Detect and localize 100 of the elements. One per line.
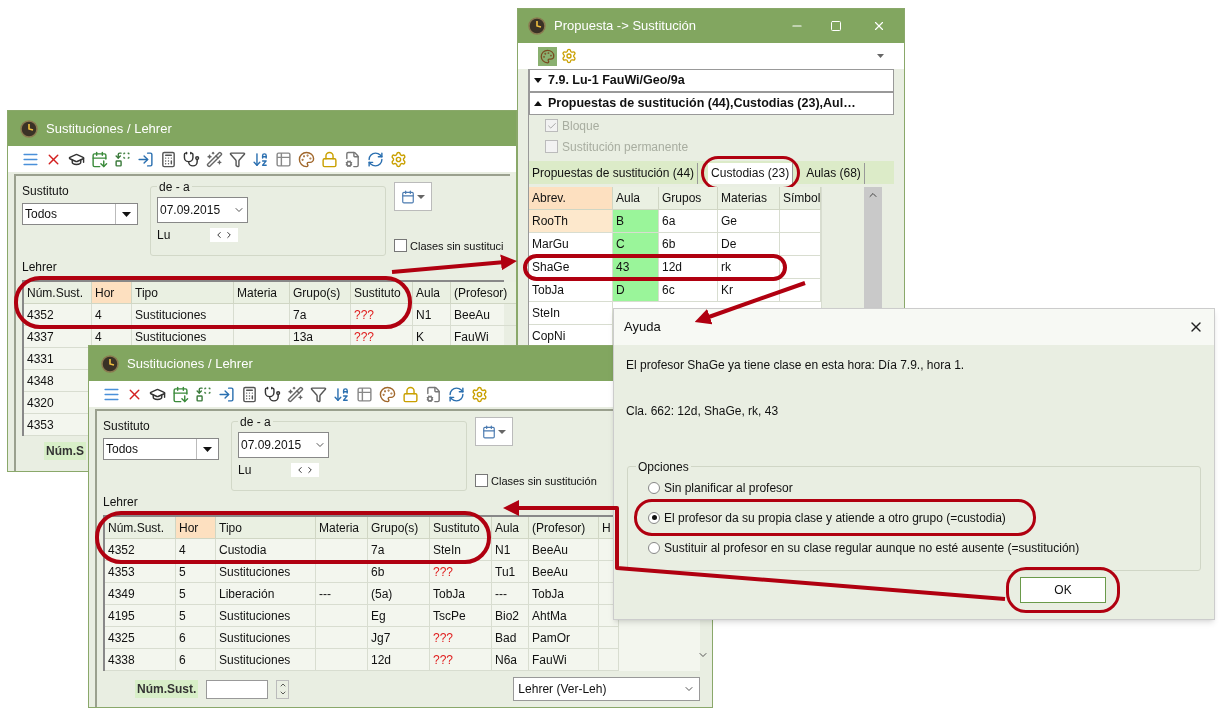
table-cell: TscPe [430,605,492,627]
column-header[interactable]: Sustituto [351,282,413,304]
calculator-icon[interactable] [160,150,177,168]
radio-button[interactable] [648,541,660,554]
table-caption: Lehrer [22,260,57,274]
checkbox[interactable] [394,239,407,253]
lock-icon[interactable] [402,385,419,403]
section-header[interactable]: Propuestas de sustitución (44),Custodias (23),Aul… [529,92,894,115]
chevron-down-icon [278,689,287,697]
palette-icon[interactable] [298,150,315,168]
substitute-dropdown[interactable]: Todos [103,438,219,460]
column-header[interactable]: Aula [413,282,451,304]
table-cell: Custodia [216,539,316,561]
radio-label: El profesor da su propia clase y atiende a otro grupo (=custodia) [664,509,1006,527]
wand-icon[interactable] [206,150,223,168]
column-header[interactable]: Tipo [216,517,316,539]
table-cell: --- [492,583,529,605]
calendar-icon [401,189,415,204]
palette-icon[interactable] [379,385,396,403]
column-header[interactable]: Grupos [659,187,718,210]
refresh-icon[interactable] [448,385,465,403]
radio-button[interactable] [648,481,660,494]
calculator-icon[interactable] [241,385,258,403]
column-header[interactable]: Materia [316,517,368,539]
table-cell: 4 [176,539,216,561]
day-stepper[interactable] [291,463,320,477]
column-header[interactable]: Hor [176,517,216,539]
settings-icon[interactable] [471,385,488,403]
table-cell: 12d [368,649,430,671]
column-header[interactable]: Sustituto [430,517,492,539]
ok-button[interactable]: OK [1020,577,1106,603]
day-stepper[interactable] [210,228,239,242]
table-cell: N1 [492,539,529,561]
sort-icon[interactable] [252,150,269,168]
calendar-button[interactable] [394,182,432,211]
column-header[interactable]: Materia [234,282,290,304]
caret-icon[interactable] [877,54,884,58]
tab[interactable]: Custodias (23) [708,163,794,184]
swap-icon[interactable] [114,150,131,168]
radio-button[interactable] [648,511,660,524]
column-header[interactable]: Abrev. [529,187,613,210]
table-cell: 6c [659,279,718,302]
view-dropdown[interactable]: Lehrer (Ver-Leh) [513,677,700,701]
palette-button[interactable] [538,46,557,66]
table-cell: (5a) [368,583,430,605]
column-header[interactable]: Hor [92,282,132,304]
calendar-button[interactable] [475,417,513,446]
table-cell: Sustituciones [216,605,316,627]
document-gear-icon[interactable] [344,150,361,168]
wand-icon[interactable] [287,385,304,403]
substitute-dropdown[interactable]: Todos [22,203,138,225]
table-cell: ??? [430,561,492,583]
tab[interactable]: Propuestas de sustitución (44) [529,163,699,184]
column-header[interactable]: Símbol [780,187,821,210]
column-header[interactable]: Aula [613,187,659,210]
field-label: Sustituto [22,183,70,200]
window-title: Sustituciones / Lehrer [127,354,253,373]
settings-icon[interactable] [561,48,577,64]
enter-icon[interactable] [137,150,154,168]
column-header[interactable]: Tipo [132,282,234,304]
column-header[interactable]: Aula [492,517,529,539]
stethoscope-icon[interactable] [264,385,281,403]
filter-icon[interactable] [229,150,246,168]
number-field[interactable] [206,679,269,699]
document-gear-icon[interactable] [425,385,442,403]
sort-icon[interactable] [333,385,350,403]
filter-icon[interactable] [310,385,327,403]
column-header[interactable]: (Profesor) [529,517,599,539]
window-title: Sustituciones / Lehrer [46,119,172,138]
checkbox[interactable] [475,474,488,488]
table-icon[interactable] [356,385,373,403]
table-icon[interactable] [275,150,292,168]
refresh-icon[interactable] [367,150,384,168]
column-header[interactable]: (Profesor) [451,282,516,304]
settings-icon[interactable] [390,150,407,168]
table-cell: N1 [413,304,451,326]
section-header[interactable]: 7.9. Lu-1 FauWi/Geo/9a [529,69,894,92]
date-field[interactable]: 07.09.2015 [157,197,248,223]
calendar-import-icon[interactable] [172,385,189,403]
table-caption: Lehrer [103,495,138,509]
column-header[interactable]: Materias [718,187,780,210]
column-header[interactable]: Grupo(s) [368,517,430,539]
table-cell: De [718,233,780,256]
table-cell [316,627,368,649]
column-header[interactable]: Grupo(s) [290,282,351,304]
table-cell [599,649,619,671]
enter-icon[interactable] [218,385,235,403]
table-cell: TobJa [430,583,492,605]
calendar-import-icon[interactable] [91,150,108,168]
column-header[interactable]: Núm.Sust. [105,517,176,539]
table-cell: C [613,233,659,256]
table-cell: Sustituciones [132,304,234,326]
swap-icon[interactable] [195,385,212,403]
column-header[interactable]: Núm.Sust. [24,282,92,304]
maximize-icon[interactable] [830,20,842,32]
date-field[interactable]: 07.09.2015 [238,432,329,458]
spinner[interactable] [276,679,290,699]
lock-icon[interactable] [321,150,338,168]
tab[interactable]: Aulas (68) [803,163,865,184]
stethoscope-icon[interactable] [183,150,200,168]
